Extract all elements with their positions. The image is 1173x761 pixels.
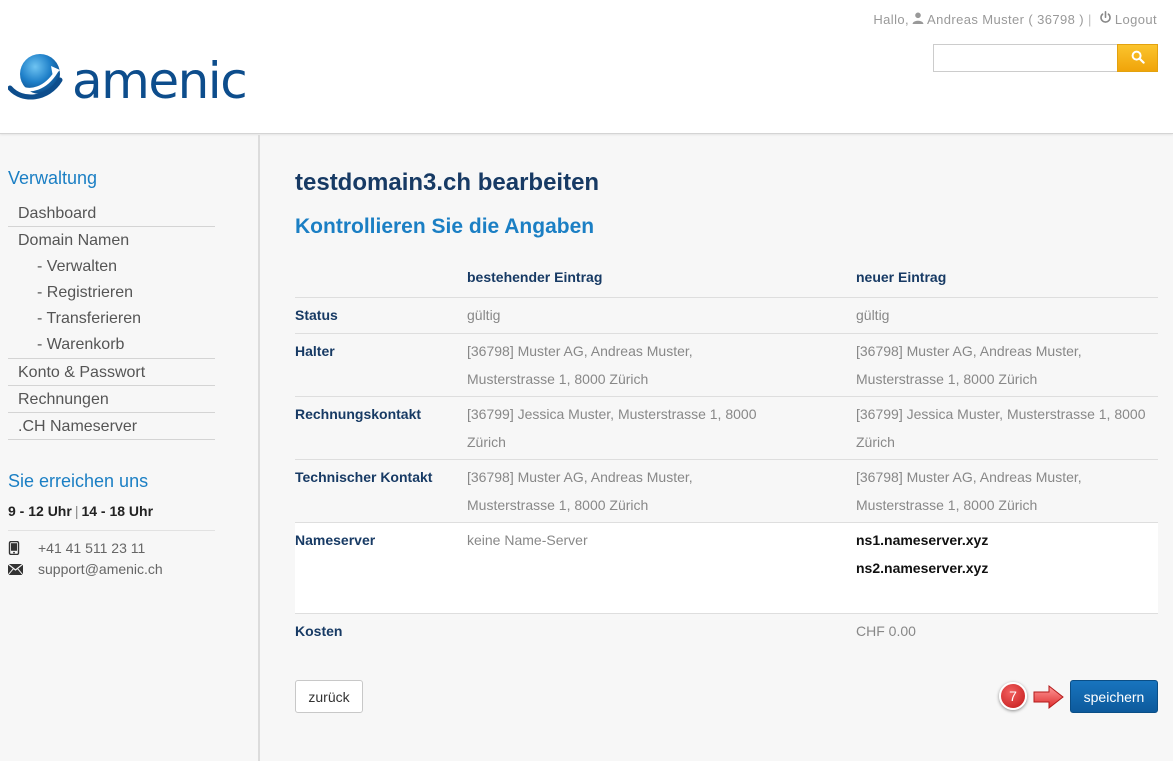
old-value: gültig bbox=[467, 296, 856, 333]
sidebar-admin-title: Verwaltung bbox=[8, 168, 98, 188]
contact-email: support@amenic.ch bbox=[8, 561, 163, 577]
step-badge: 7 bbox=[999, 682, 1027, 710]
old-value: [36799] Jessica Muster, Musterstrasse 1,… bbox=[467, 395, 856, 459]
row-label: Kosten bbox=[295, 612, 467, 649]
page-title: testdomain3.ch bearbeiten bbox=[295, 169, 600, 196]
opening-hours: 9 - 12 Uhr | 14 - 18 Uhr bbox=[8, 503, 153, 519]
sidebar-item-ch-nameserver[interactable]: .CH Nameserver bbox=[8, 413, 215, 440]
sidebar-item-invoices[interactable]: Rechnungen bbox=[8, 386, 215, 413]
mail-icon bbox=[8, 563, 38, 575]
sidebar-contact-title: Sie erreichen uns bbox=[8, 471, 149, 491]
comparison-table: bestehender Eintrag neuer Eintrag Status… bbox=[295, 257, 1158, 649]
sidebar-item-dashboard[interactable]: Dashboard bbox=[8, 200, 215, 227]
new-value: ns1.nameserver.xyz ns2.nameserver.xyz bbox=[856, 521, 1158, 613]
user-icon bbox=[912, 12, 924, 27]
brand-name: amenic bbox=[72, 51, 248, 110]
sidebar-item-manage[interactable]: - Verwalten bbox=[8, 254, 215, 280]
arrow-right-icon bbox=[1033, 684, 1065, 715]
row-label: Rechnungskontakt bbox=[295, 395, 467, 459]
table-row-nameserver: Nameserver keine Name-Server ns1.nameser… bbox=[295, 521, 1158, 613]
globe-logo-icon bbox=[7, 50, 64, 111]
column-existing-entry: bestehender Eintrag bbox=[467, 268, 603, 285]
new-value: [36798] Muster AG, Andreas Muster, Muste… bbox=[856, 332, 1158, 396]
phone-icon bbox=[8, 541, 38, 555]
divider bbox=[8, 530, 215, 531]
user-bar: Hallo, Andreas Muster ( 36798 ) | Logout bbox=[873, 11, 1157, 27]
hours-afternoon: 14 - 18 Uhr bbox=[81, 503, 154, 519]
new-value: CHF 0.00 bbox=[856, 612, 1158, 649]
nameserver-1: ns1.nameserver.xyz bbox=[856, 531, 989, 548]
search-icon bbox=[1131, 50, 1145, 67]
new-value: [36798] Muster AG, Andreas Muster, Muste… bbox=[856, 458, 1158, 522]
logout-link[interactable]: Logout bbox=[1115, 12, 1157, 27]
logo[interactable]: amenic bbox=[7, 50, 248, 111]
separator: | bbox=[1088, 11, 1092, 27]
power-icon[interactable] bbox=[1099, 11, 1112, 27]
page-subtitle: Kontrollieren Sie die Angaben bbox=[295, 215, 595, 238]
sidebar-item-register[interactable]: - Registrieren bbox=[8, 280, 215, 306]
hours-separator: | bbox=[74, 503, 79, 519]
old-value: [36798] Muster AG, Andreas Muster, Muste… bbox=[467, 458, 856, 522]
sidebar-item-domain-names[interactable]: Domain Namen bbox=[8, 227, 215, 254]
header-empty bbox=[295, 257, 467, 297]
old-value bbox=[467, 612, 856, 649]
table-row-status: Status gültig gültig bbox=[295, 296, 1158, 333]
table-row-costs: Kosten CHF 0.00 bbox=[295, 612, 1158, 649]
search-box bbox=[933, 44, 1158, 72]
user-name[interactable]: Andreas Muster ( 36798 ) bbox=[927, 12, 1084, 27]
search-button[interactable] bbox=[1117, 44, 1158, 72]
column-new-entry: neuer Eintrag bbox=[856, 268, 947, 285]
sidebar-item-cart[interactable]: - Warenkorb bbox=[8, 332, 215, 359]
page-header: Hallo, Andreas Muster ( 36798 ) | Logout bbox=[0, 0, 1173, 134]
sidebar-item-transfer[interactable]: - Transferieren bbox=[8, 306, 215, 332]
sidebar-item-account-password[interactable]: Konto & Passwort bbox=[8, 359, 215, 386]
search-input[interactable] bbox=[933, 44, 1117, 72]
new-value: [36799] Jessica Muster, Musterstrasse 1,… bbox=[856, 395, 1158, 459]
hours-morning: 9 - 12 Uhr bbox=[8, 503, 72, 519]
sidebar-menu: Dashboard Domain Namen - Verwalten - Reg… bbox=[8, 200, 215, 440]
old-value: keine Name-Server bbox=[467, 521, 856, 613]
row-label: Status bbox=[295, 296, 467, 333]
email-address[interactable]: support@amenic.ch bbox=[38, 561, 163, 577]
contact-phone: +41 41 511 23 11 bbox=[8, 540, 145, 556]
phone-number[interactable]: +41 41 511 23 11 bbox=[38, 540, 145, 556]
table-row-technical-contact: Technischer Kontakt [36798] Muster AG, A… bbox=[295, 458, 1158, 522]
table-row-billing-contact: Rechnungskontakt [36799] Jessica Muster,… bbox=[295, 395, 1158, 459]
row-label: Halter bbox=[295, 332, 467, 396]
save-button[interactable]: speichern bbox=[1070, 680, 1158, 713]
back-button[interactable]: zurück bbox=[295, 680, 363, 713]
nameserver-2: ns2.nameserver.xyz bbox=[856, 559, 989, 576]
table-row-holder: Halter [36798] Muster AG, Andreas Muster… bbox=[295, 332, 1158, 396]
row-label: Technischer Kontakt bbox=[295, 458, 467, 522]
new-value: gültig bbox=[856, 296, 1158, 333]
row-label: Nameserver bbox=[295, 521, 467, 613]
greeting-text: Hallo, bbox=[873, 11, 910, 27]
old-value: [36798] Muster AG, Andreas Muster, Muste… bbox=[467, 332, 856, 396]
table-header-row: bestehender Eintrag neuer Eintrag bbox=[295, 257, 1158, 297]
